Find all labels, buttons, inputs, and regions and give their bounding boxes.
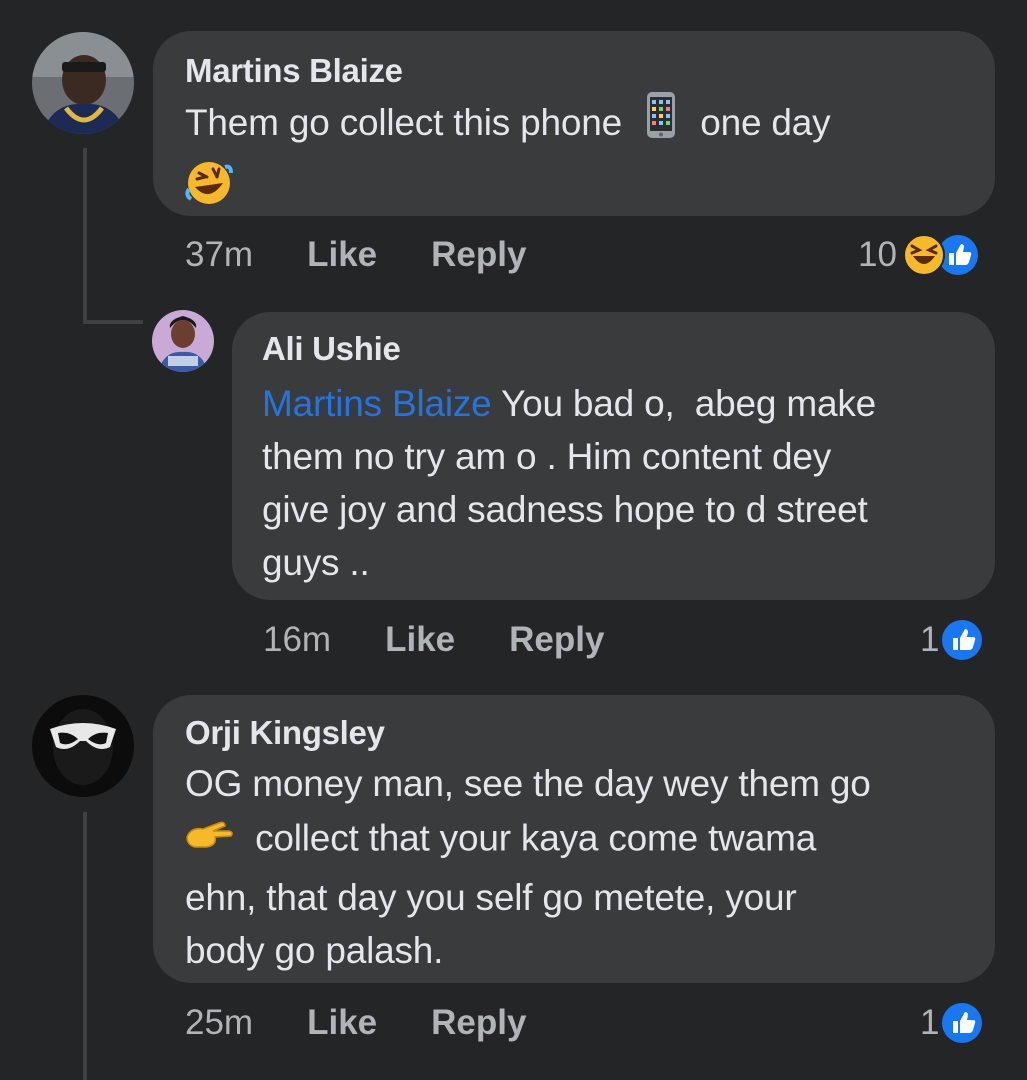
reaction-count: 1 [920, 620, 940, 659]
reaction-summary[interactable]: 1 [920, 998, 983, 1048]
reply-button[interactable]: Reply [509, 620, 604, 660]
mention-link[interactable]: Martins Blaize [262, 383, 492, 424]
like-button[interactable]: Like [307, 1003, 377, 1043]
comment-author[interactable]: Ali Ushie [262, 329, 965, 369]
reply-button[interactable]: Reply [431, 235, 526, 275]
avatar-ali-ushie[interactable] [152, 310, 214, 372]
avatar-martins-blaize[interactable] [32, 32, 134, 134]
comment-text: Them go collect this phone one day [185, 91, 963, 221]
comment-author[interactable]: Orji Kingsley [185, 713, 963, 753]
comment-timestamp[interactable]: 37m [185, 235, 253, 275]
comment-author[interactable]: Martins Blaize [185, 51, 963, 91]
reaction-summary[interactable]: 1 [920, 615, 983, 665]
like-reaction-icon [941, 619, 983, 661]
thread-line-elbow [83, 320, 143, 324]
comment-text: OG money man, see the day wey them go co… [185, 763, 871, 971]
reaction-count: 10 [858, 235, 897, 274]
mobile-phone-icon [646, 91, 676, 153]
comment-actions: 25m Like Reply [185, 998, 580, 1048]
like-reaction-icon [941, 1002, 983, 1044]
comment-actions: 16m Like Reply [263, 615, 658, 665]
rolling-laughing-icon [185, 159, 233, 221]
comment-bubble: Ali Ushie Martins Blaize You bad o, abeg… [232, 312, 995, 600]
comment-timestamp[interactable]: 16m [263, 620, 331, 660]
comment-actions: 37m Like Reply [185, 230, 580, 280]
comment-text: Martins Blaize You bad o, abeg make them… [262, 383, 876, 583]
comment-bubble: Orji Kingsley OG money man, see the day … [153, 695, 995, 983]
avatar-orji-kingsley[interactable] [32, 695, 134, 797]
thread-line-vertical [83, 148, 87, 324]
reaction-count: 1 [920, 1003, 940, 1042]
thread-line-vertical-2 [83, 812, 87, 1080]
reply-button[interactable]: Reply [431, 1003, 526, 1043]
like-button[interactable]: Like [307, 235, 377, 275]
comment-bubble: Martins Blaize Them go collect this phon… [153, 31, 995, 216]
reaction-summary[interactable]: 10 [858, 230, 979, 280]
comment-timestamp[interactable]: 25m [185, 1003, 253, 1043]
haha-reaction-icon [902, 234, 945, 276]
pointing-hand-icon [185, 810, 235, 863]
like-button[interactable]: Like [385, 620, 455, 660]
